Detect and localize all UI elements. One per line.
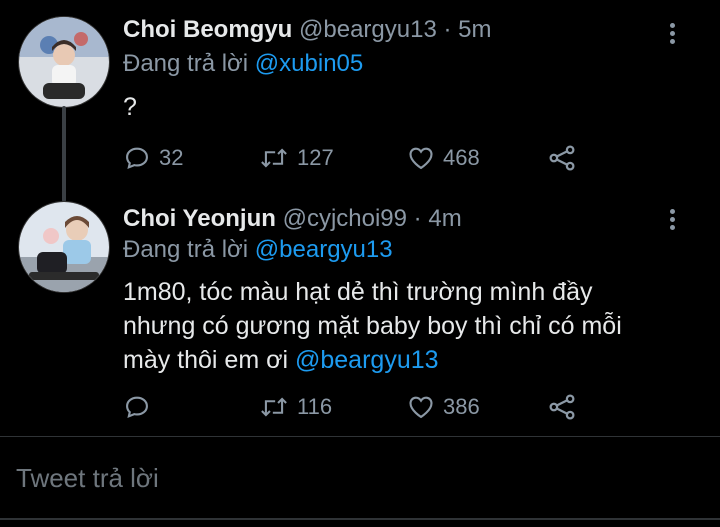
tweet-time[interactable]: 5m xyxy=(458,16,491,43)
reply-input[interactable] xyxy=(14,457,618,499)
replying-to: Đang trả lời @xubin05 xyxy=(123,50,363,78)
thread-line xyxy=(62,106,66,202)
retweet-icon xyxy=(259,144,289,172)
tweet-beomgyu[interactable]: Choi Beomgyu @beargyu13 · 5m Đang trả lờ… xyxy=(0,0,720,202)
retweet-button[interactable]: 116 xyxy=(259,390,332,424)
avatar-beomgyu[interactable] xyxy=(18,16,110,108)
reply-icon xyxy=(123,393,151,421)
tweet-yeonjun[interactable]: Choi Yeonjun @cyjchoi99 · 4m Đang trả lờ… xyxy=(0,200,720,436)
replying-to-label: Đang trả lời xyxy=(123,236,255,263)
author-name[interactable]: Choi Yeonjun xyxy=(123,205,276,232)
tweet-text-line: mày thôi em ơi @beargyu13 xyxy=(123,343,622,377)
reply-mention[interactable]: @xubin05 xyxy=(255,50,363,77)
bottom-divider xyxy=(0,518,720,520)
tweet-text: ? xyxy=(123,93,137,121)
tweet-text-line: nhưng có gương mặt baby boy thì chỉ có m… xyxy=(123,312,622,340)
tweet-header: Choi Yeonjun @cyjchoi99 · 4m xyxy=(123,205,462,233)
replying-to-label: Đang trả lời xyxy=(123,50,255,77)
more-icon[interactable] xyxy=(662,206,682,236)
like-button[interactable]: 468 xyxy=(407,141,480,175)
like-button[interactable]: 386 xyxy=(407,390,480,424)
share-button[interactable] xyxy=(547,141,577,175)
tweet-text-line: 1m80, tóc màu hạt dẻ thì trường mình đầy xyxy=(123,278,593,306)
reply-composer xyxy=(0,437,720,512)
author-name[interactable]: Choi Beomgyu xyxy=(123,16,292,43)
text-mention[interactable]: @beargyu13 xyxy=(295,346,439,374)
retweet-icon xyxy=(259,393,289,421)
like-icon xyxy=(407,144,435,172)
share-button[interactable] xyxy=(547,390,577,424)
separator-dot: · xyxy=(413,205,422,232)
like-icon xyxy=(407,393,435,421)
avatar-yeonjun[interactable] xyxy=(18,201,110,293)
like-count: 468 xyxy=(443,145,480,170)
retweet-count: 116 xyxy=(297,394,333,419)
separator-dot: · xyxy=(443,16,452,43)
share-icon xyxy=(547,143,577,173)
retweet-count: 127 xyxy=(297,145,334,170)
tweet-text-part: mày thôi em ơi xyxy=(123,346,295,374)
retweet-button[interactable]: 127 xyxy=(259,141,334,175)
tweet-text: 1m80, tóc màu hạt dẻ thì trường mình đầy… xyxy=(123,275,622,377)
author-handle[interactable]: @cyjchoi99 xyxy=(283,205,407,232)
author-handle[interactable]: @beargyu13 xyxy=(299,16,437,43)
reply-count: 32 xyxy=(159,145,184,170)
tweet-header: Choi Beomgyu @beargyu13 · 5m xyxy=(123,16,492,44)
share-icon xyxy=(547,392,577,422)
reply-button[interactable] xyxy=(123,390,159,424)
tweet-time[interactable]: 4m xyxy=(428,205,461,232)
more-icon[interactable] xyxy=(662,20,682,50)
replying-to: Đang trả lời @beargyu13 xyxy=(123,236,393,264)
reply-mention[interactable]: @beargyu13 xyxy=(255,236,393,263)
reply-button[interactable]: 32 xyxy=(123,141,183,175)
reply-icon xyxy=(123,144,151,172)
like-count: 386 xyxy=(443,394,480,419)
